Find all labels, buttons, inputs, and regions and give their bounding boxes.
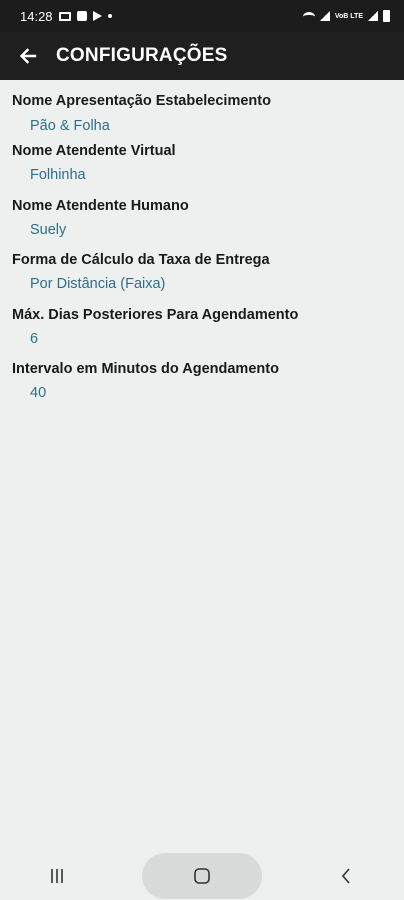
setting-value: Por Distância (Faixa) [30,276,166,292]
status-time: 14:28 [20,8,53,24]
setting-label: Nome Apresentação Estabelecimento [12,93,271,109]
setting-label: Forma de Cálculo da Taxa de Entrega [12,252,270,268]
back-button[interactable] [0,32,56,80]
recents-icon [51,869,64,883]
chevron-left-icon [341,868,350,884]
setting-label: Nome Atendente Virtual [12,143,176,159]
battery-icon [383,10,390,22]
status-bar: 14:28 VoB LTE [0,0,404,32]
screen-cast-icon [58,11,71,21]
shopping-bag-icon [76,11,87,21]
play-store-icon [92,11,102,21]
setting-value: 6 [30,331,39,347]
nav-home-button[interactable] [141,853,262,899]
wifi-icon [302,11,315,21]
signal-icon-2 [368,11,378,21]
arrow-left-icon [19,48,37,64]
app-bar: CONFIGURAÇÕES [0,32,404,80]
setting-value: 40 [30,385,47,401]
lte-indicator: VoB LTE [334,12,363,20]
setting-label: Intervalo em Minutos do Agendamento [12,361,279,377]
setting-value: Suely [30,222,67,238]
nav-back-button[interactable] [317,856,377,896]
notification-dot-icon [107,14,112,18]
setting-value: Folhinha [30,167,86,183]
setting-label: Nome Atendente Humano [12,198,189,214]
system-nav-bar [0,852,404,900]
nav-recents-button[interactable] [27,856,87,896]
setting-value: Pão & Folha [30,118,110,134]
setting-label: Máx. Dias Posteriores Para Agendamento [12,307,299,323]
page-title: CONFIGURAÇÕES [56,45,228,66]
home-icon [194,868,210,884]
signal-icon [319,11,330,21]
